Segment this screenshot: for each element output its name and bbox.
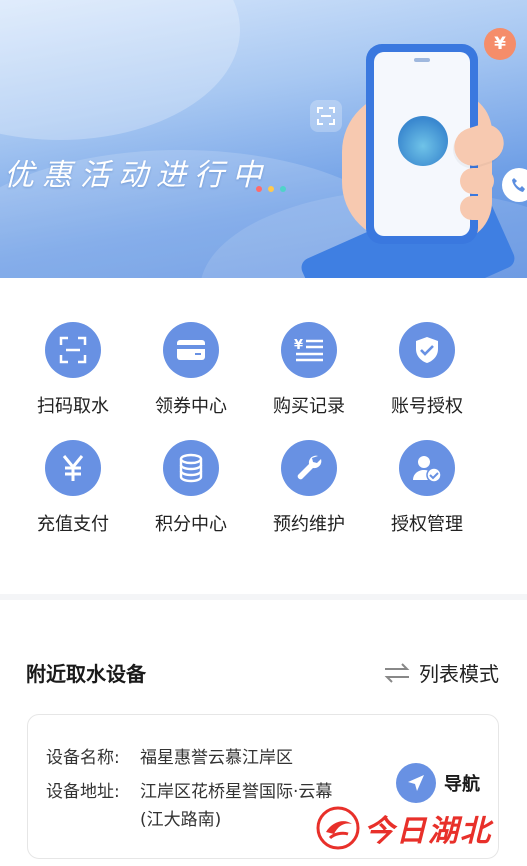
- grid-item-account-authorize[interactable]: 账号授权: [368, 322, 486, 418]
- promo-banner[interactable]: 优惠活动进行中 ¥: [0, 0, 527, 278]
- banner-decoration: [0, 0, 240, 140]
- navigate-button[interactable]: 导航: [396, 763, 480, 803]
- banner-title: 优惠活动进行中: [4, 158, 270, 193]
- card-icon: [163, 322, 219, 378]
- function-grid-card: 扫码取水 领券中心 ¥ 购买记录 账号授权 充值支付 积分中心 预约维护 授权管…: [0, 278, 527, 594]
- grid-item-points-center[interactable]: 积分中心: [132, 440, 250, 536]
- grid-item-label: 领券中心: [155, 396, 227, 417]
- receipt-icon: ¥: [281, 322, 337, 378]
- watermark: 今日湖北: [316, 806, 492, 850]
- phone-call-icon: [502, 168, 527, 202]
- list-mode-label: 列表模式: [419, 662, 499, 686]
- wrench-icon: [281, 440, 337, 496]
- swap-icon: [384, 662, 410, 683]
- grid-item-label: 账号授权: [391, 396, 463, 417]
- scan-icon: [45, 322, 101, 378]
- watermark-logo-icon: [316, 806, 360, 850]
- navigate-label: 导航: [444, 774, 480, 795]
- banner-dot: [268, 186, 274, 192]
- list-mode-toggle[interactable]: 列表模式: [383, 658, 499, 687]
- section-title: 附近取水设备: [26, 662, 146, 686]
- app-logo-icon: [398, 116, 448, 166]
- grid-item-label: 购买记录: [273, 396, 345, 417]
- grid-item-label: 积分中心: [155, 514, 227, 535]
- banner-dot: [256, 186, 262, 192]
- svg-text:¥: ¥: [294, 338, 303, 353]
- coins-icon: [163, 440, 219, 496]
- yuan-icon: [45, 440, 101, 496]
- watermark-text: 今日湖北: [364, 814, 492, 849]
- user-check-icon: [399, 440, 455, 496]
- finger-illustration: [460, 196, 490, 220]
- device-address-row: 设备地址: 江岸区花桥星誉国际·云幕: [46, 777, 332, 802]
- grid-item-coupon-center[interactable]: 领券中心: [132, 322, 250, 418]
- banner-dots: [256, 186, 286, 192]
- grid-item-label: 授权管理: [391, 514, 463, 535]
- grid-item-scan-water[interactable]: 扫码取水: [14, 322, 132, 418]
- device-address-value: 江岸区花桥星誉国际·云幕: [140, 782, 333, 802]
- device-name-row: 设备名称: 福星惠誉云慕江岸区: [46, 743, 293, 768]
- device-name-key: 设备名称:: [46, 748, 120, 768]
- device-address-key: 设备地址:: [46, 782, 120, 802]
- function-grid: 扫码取水 领券中心 ¥ 购买记录 账号授权 充值支付 积分中心 预约维护 授权管…: [14, 322, 514, 536]
- device-address-line2: (江大路南): [140, 810, 222, 830]
- grid-item-maintenance-booking[interactable]: 预约维护: [250, 440, 368, 536]
- device-name-value: 福星惠誉云慕江岸区: [140, 748, 293, 768]
- yuan-coin-icon: ¥: [484, 28, 516, 60]
- grid-item-recharge-pay[interactable]: 充值支付: [14, 440, 132, 536]
- grid-item-purchase-record[interactable]: ¥ 购买记录: [250, 322, 368, 418]
- navigation-arrow-icon: [396, 763, 436, 803]
- finger-illustration: [460, 168, 494, 194]
- shield-check-icon: [399, 322, 455, 378]
- grid-item-label: 扫码取水: [37, 396, 109, 417]
- scan-frame-icon: [310, 100, 342, 132]
- banner-dot: [280, 186, 286, 192]
- grid-item-authorization-management[interactable]: 授权管理: [368, 440, 486, 536]
- grid-item-label: 预约维护: [273, 514, 345, 535]
- grid-item-label: 充值支付: [37, 514, 109, 535]
